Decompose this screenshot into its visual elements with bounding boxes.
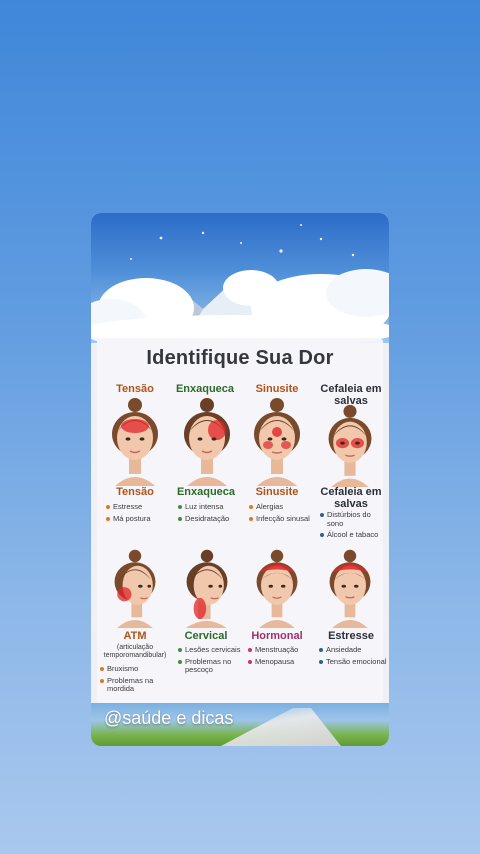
list-tensao: Estresse Má postura	[105, 502, 169, 526]
list-item: Problemas na mordida	[99, 676, 169, 694]
name-estresse: Estresse	[328, 630, 374, 642]
list-cervical: Lesões cervicais Problemas no pescoço	[177, 645, 245, 678]
list-item: Infecção sinusal	[248, 514, 312, 524]
name-hormonal: Hormonal	[251, 630, 303, 642]
name-atm: ATM	[123, 630, 147, 642]
name-tensao: Tensão	[116, 486, 154, 498]
list-item: Lesões cervicais	[177, 645, 245, 655]
face-sinusite-illustration	[254, 398, 300, 486]
face-cervical-illustration	[185, 549, 228, 628]
list-item: Menopausa	[247, 657, 317, 667]
face-hormonal-illustration	[256, 549, 298, 628]
list-atm: Bruxismo Problemas na mordida	[99, 664, 169, 697]
list-enxaqueca: Luz intensa Desidratação	[177, 502, 243, 526]
post-image-card[interactable]: Identifique Sua Dor Tensão Tensão Estres…	[91, 213, 389, 746]
list-item: Problemas no pescoço	[177, 657, 245, 675]
list-item: Desidratação	[177, 514, 243, 524]
list-item: Menstruação	[247, 645, 317, 655]
name-cervical: Cervical	[184, 630, 228, 642]
face-tensao-illustration	[112, 398, 158, 486]
face-atm-illustration	[114, 549, 156, 628]
list-estresse: Ansiedade Tensão emocional	[318, 645, 388, 669]
name-enxaqueca: Enxaqueca	[176, 486, 236, 498]
header-sinusite: Sinusite	[255, 383, 299, 395]
list-item: Tensão emocional	[318, 657, 388, 667]
face-estresse-illustration	[329, 549, 371, 628]
list-item: Bruxismo	[99, 664, 169, 674]
list-cefaleia: Distúrbios do sono Álcool e tabaco	[319, 510, 385, 543]
name-cefaleia: Cefaleia em salvas	[320, 486, 382, 510]
face-cefaleia-illustration	[328, 404, 372, 487]
name-sinusite: Sinusite	[255, 486, 299, 498]
list-item: Estresse	[105, 502, 169, 512]
sky-background	[91, 213, 389, 343]
infographic-title: Identifique Sua Dor	[146, 347, 334, 369]
list-item: Distúrbios do sono	[319, 510, 385, 528]
list-item: Luz intensa	[177, 502, 243, 512]
header-tensao: Tensão	[116, 383, 154, 395]
list-item: Alergias	[248, 502, 312, 512]
list-item: Má postura	[105, 514, 169, 524]
face-enxaqueca-illustration	[184, 398, 230, 486]
header-enxaqueca: Enxaqueca	[175, 383, 235, 395]
list-item: Álcool e tabaco	[319, 530, 385, 540]
list-hormonal: Menstruação Menopausa	[247, 645, 317, 669]
list-sinusite: Alergias Infecção sinusal	[248, 502, 312, 526]
list-item: Ansiedade	[318, 645, 388, 655]
brand-handle: @saúde e dicas	[104, 708, 234, 728]
subtitle-atm: (articulação temporomandibular)	[103, 644, 167, 659]
mountain-clouds-illustration	[91, 224, 389, 343]
